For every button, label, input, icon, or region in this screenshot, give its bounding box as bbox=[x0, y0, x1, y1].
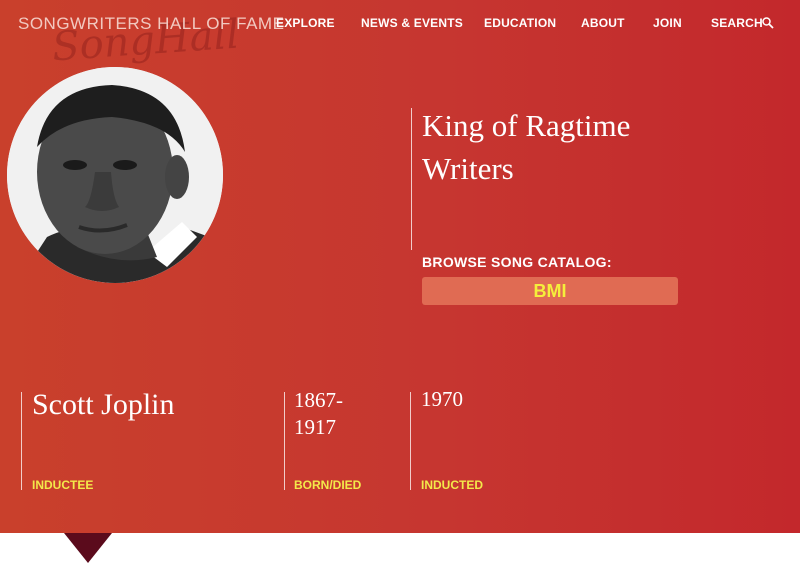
inducted-label: INDUCTED bbox=[421, 478, 483, 492]
name-divider bbox=[21, 392, 22, 490]
magnifier-icon[interactable] bbox=[762, 17, 774, 29]
bmi-catalog-button[interactable]: BMI bbox=[422, 277, 678, 305]
main-nav: EXPLORE NEWS & EVENTS EDUCATION ABOUT JO… bbox=[0, 16, 800, 32]
died-year: 1917 bbox=[294, 415, 336, 439]
inductee-tagline: King of Ragtime Writers bbox=[422, 108, 631, 186]
nav-education[interactable]: EDUCATION bbox=[484, 16, 556, 30]
nav-join[interactable]: JOIN bbox=[653, 16, 682, 30]
born-died-divider bbox=[284, 392, 285, 490]
born-year: 1867- bbox=[294, 388, 343, 412]
born-died-label: BORN/DIED bbox=[294, 478, 362, 492]
hero-section: SongHall SONGWRITERS HALL OF FAME EXPLOR… bbox=[0, 0, 800, 533]
nav-news-events[interactable]: NEWS & EVENTS bbox=[361, 16, 463, 30]
born-died-value: 1867- 1917 bbox=[294, 387, 343, 441]
nav-explore[interactable]: EXPLORE bbox=[276, 16, 335, 30]
browse-catalog-label: BROWSE SONG CATALOG: bbox=[422, 254, 612, 270]
portrait-image bbox=[7, 67, 223, 283]
inducted-divider bbox=[410, 392, 411, 490]
inductee-name: Scott Joplin bbox=[32, 388, 175, 421]
inductee-label: INDUCTEE bbox=[32, 478, 94, 492]
nav-search[interactable]: SEARCH bbox=[711, 16, 763, 30]
inducted-year: 1970 bbox=[421, 387, 463, 411]
inductee-portrait bbox=[7, 67, 223, 283]
nav-about[interactable]: ABOUT bbox=[581, 16, 625, 30]
section-pointer-icon bbox=[64, 533, 112, 563]
tagline-divider bbox=[411, 108, 412, 250]
